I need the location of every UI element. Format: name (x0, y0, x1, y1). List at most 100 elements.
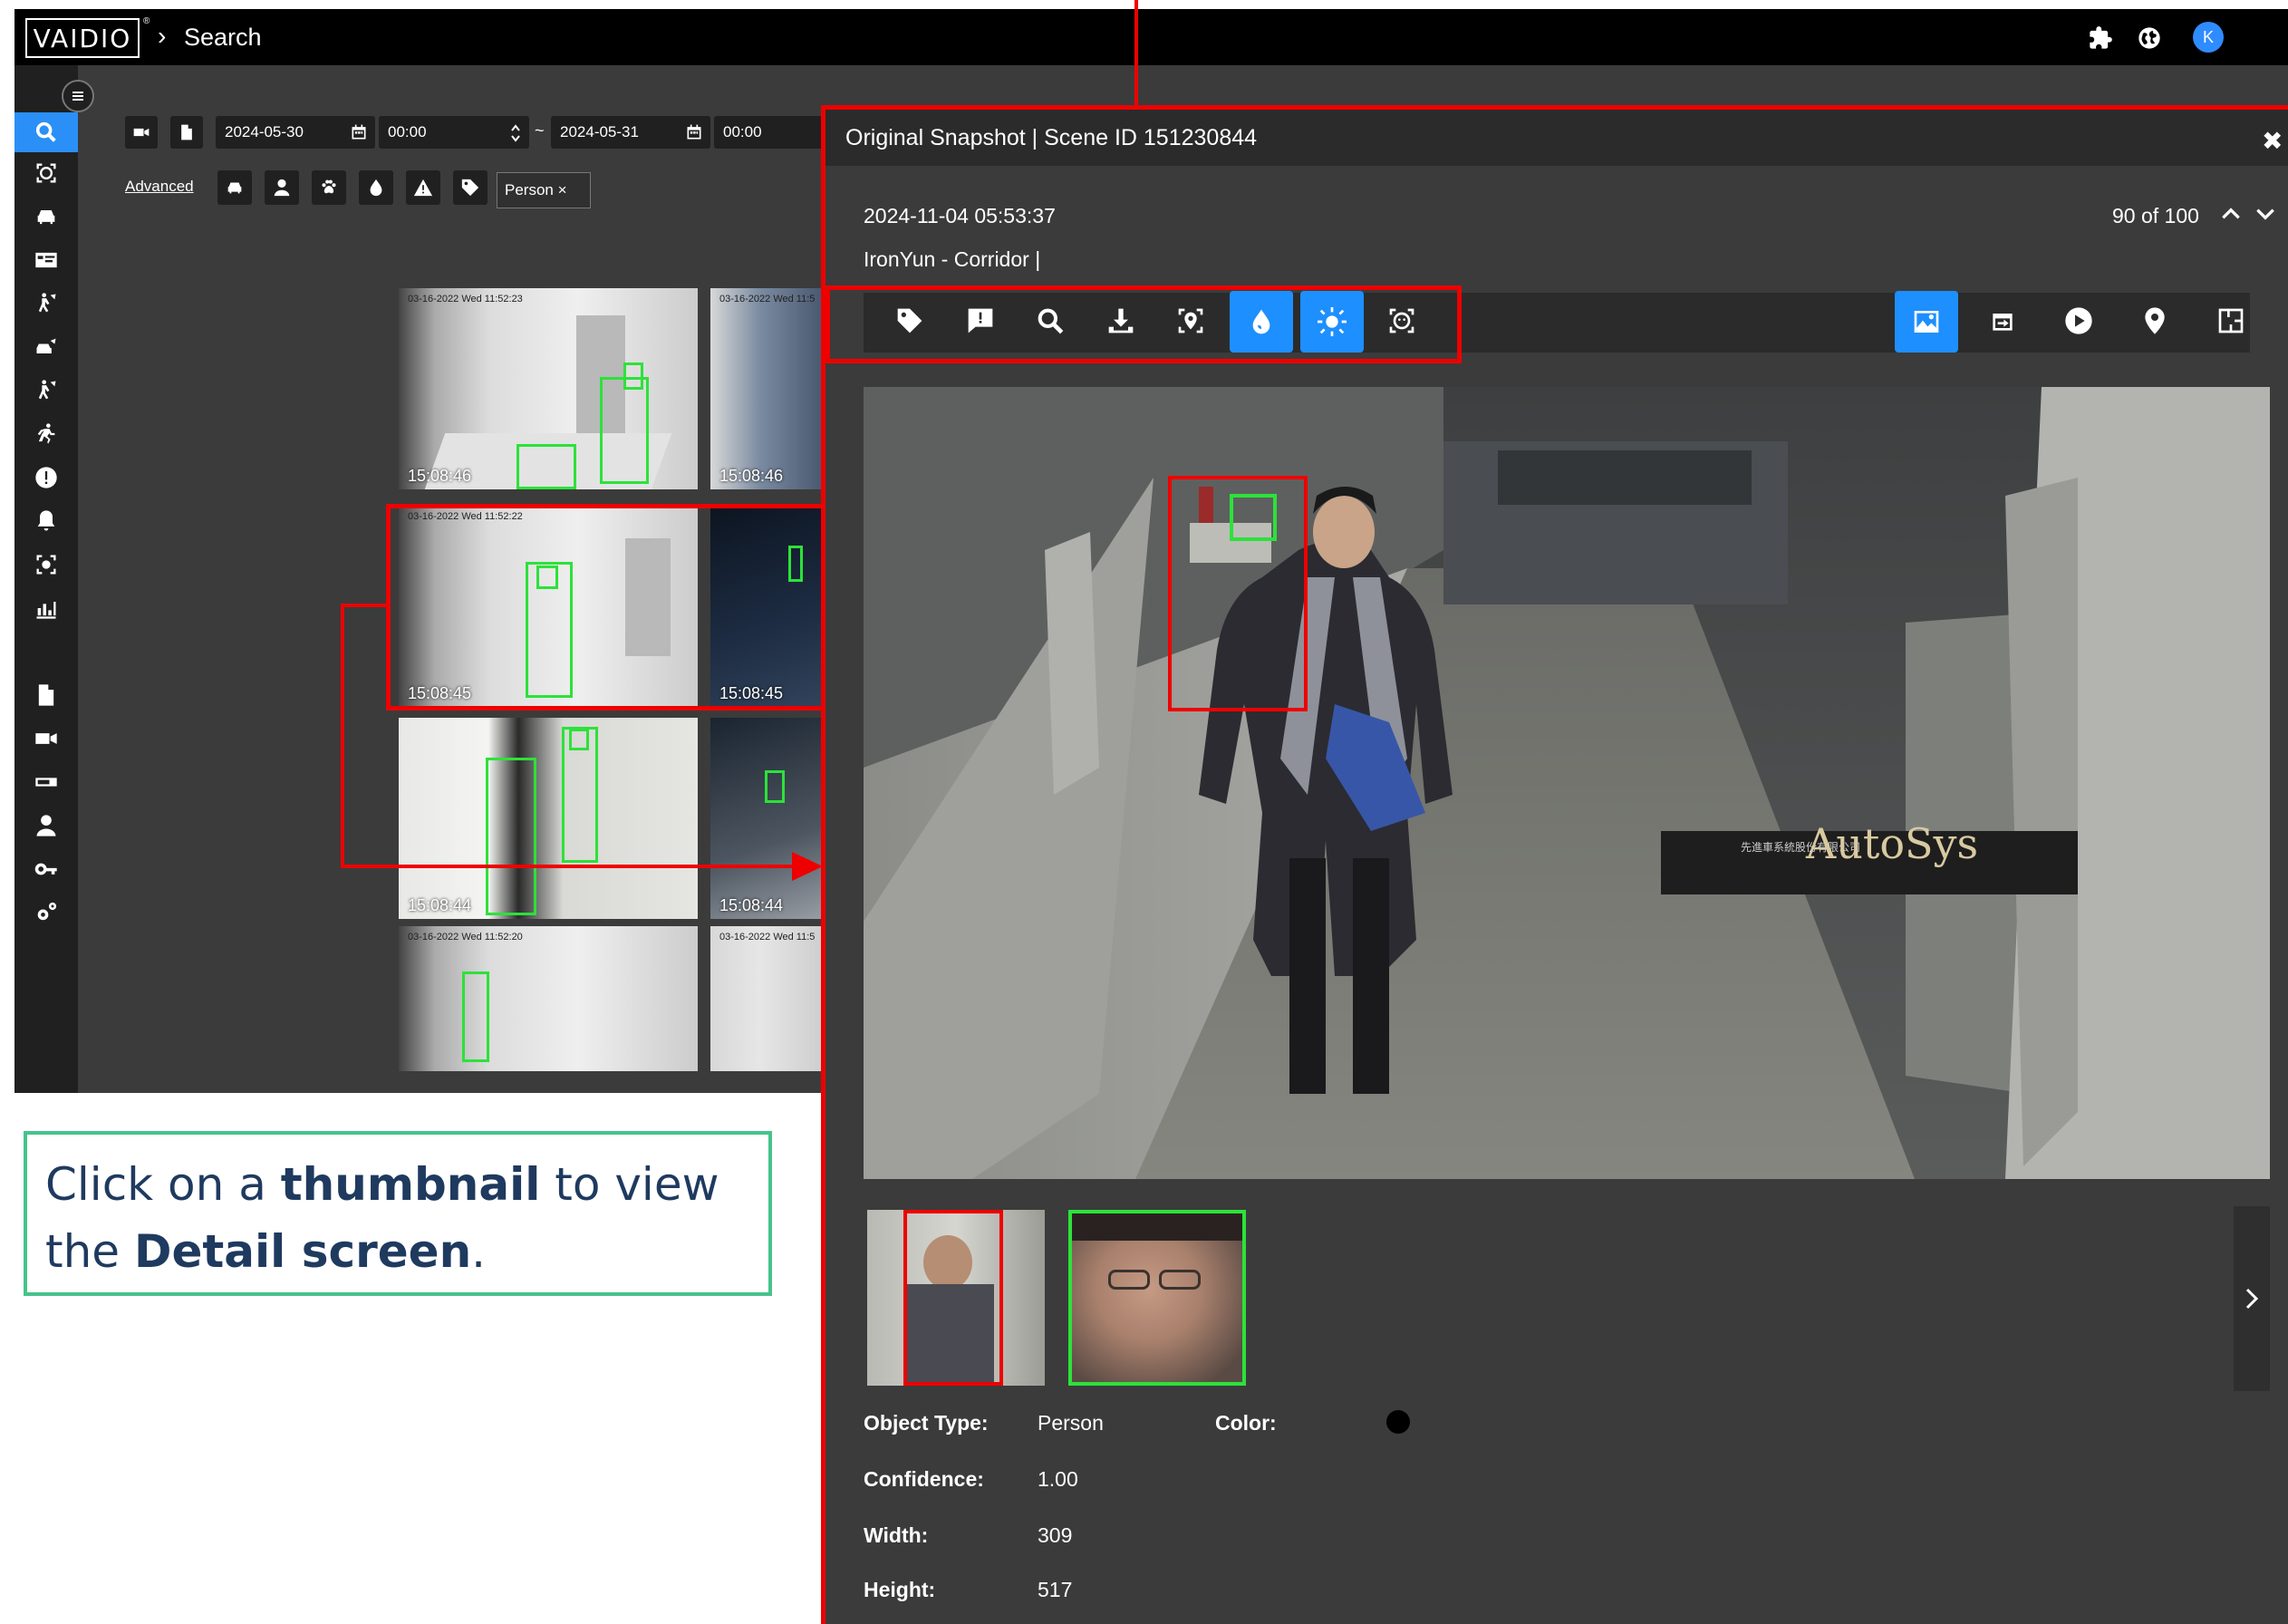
filter-alert-button[interactable] (406, 170, 440, 205)
breadcrumb-search[interactable]: Search (184, 24, 262, 52)
result-thumbnail[interactable]: 15:08:44 (399, 718, 698, 919)
id-card-icon[interactable] (29, 243, 63, 277)
end-time-value: 00:00 (723, 123, 762, 140)
filter-person-button[interactable] (265, 170, 299, 205)
advanced-search-link[interactable]: Advanced (125, 178, 194, 196)
result-thumbnail[interactable]: 15:08:44 (710, 718, 835, 919)
thumbnail-time: 15:08:44 (719, 896, 784, 914)
detail-panel: Original Snapshot | Scene ID 151230844 ✖… (821, 105, 2288, 1624)
detection-box (462, 972, 489, 1062)
bell-icon[interactable] (29, 504, 63, 538)
logo-registered-mark: ® (143, 16, 150, 26)
camera-icon[interactable] (29, 721, 63, 756)
glasses-right (1159, 1270, 1201, 1290)
map-location-button[interactable] (2123, 289, 2187, 353)
full-body-crop[interactable] (867, 1210, 1045, 1386)
settings-icon[interactable] (29, 895, 63, 930)
car-icon (227, 182, 242, 194)
filter-animal-button[interactable] (312, 170, 346, 205)
result-thumbnail[interactable]: 03-16-2022 Wed 11:52:23 15:08:46 (399, 288, 698, 489)
user-icon[interactable] (29, 808, 63, 843)
snapshot-datetime: 2024-11-04 05:53:37 (864, 204, 1056, 227)
sidebar-search-icon[interactable] (14, 112, 78, 152)
strip-next-button[interactable] (2234, 1206, 2270, 1391)
time-stepper-icon[interactable] (509, 123, 522, 143)
start-time-input[interactable]: 00:00 (379, 116, 529, 149)
connector-line (341, 865, 801, 868)
tag-chip-person[interactable]: Person × (497, 172, 591, 208)
vehicle-path-icon[interactable] (29, 330, 63, 364)
callout-text: . (471, 1225, 487, 1278)
vaidio-logo[interactable]: VAIDIO (25, 18, 140, 58)
image-icon (1914, 311, 1939, 333)
storage-icon[interactable] (29, 765, 63, 799)
person-path-icon[interactable] (29, 286, 63, 321)
filter-vehicle-button[interactable] (217, 170, 252, 205)
object-type-label: Object Type: (864, 1411, 989, 1435)
color-swatch (1386, 1410, 1410, 1434)
connector-line (341, 604, 388, 607)
file-icon (181, 124, 192, 140)
chevron-right-icon (2245, 1288, 2259, 1310)
connector-line (341, 604, 344, 868)
detail-panel-header: Original Snapshot | Scene ID 151230844 ✖ (825, 110, 2288, 166)
key-icon[interactable] (29, 852, 63, 886)
tag-icon (461, 179, 479, 197)
hair (1072, 1213, 1242, 1241)
callout-bold-detail: Detail screen (133, 1225, 472, 1278)
analytics-icon[interactable] (29, 591, 63, 625)
floor-plan-button[interactable] (2199, 289, 2263, 353)
previous-chevron-up-icon[interactable] (2219, 202, 2243, 226)
alert-icon[interactable] (29, 460, 63, 495)
file-search-button[interactable] (170, 116, 203, 149)
toolbar-highlight (825, 285, 1462, 363)
report-icon[interactable] (29, 678, 63, 712)
calendar-icon (352, 124, 366, 140)
snapshot-image: 先進車系統股份有限公司 AutoSys (864, 387, 2270, 1179)
start-time-value: 00:00 (388, 123, 427, 140)
close-icon[interactable]: ✖ (2262, 126, 2283, 156)
snapshot-view-toggle[interactable] (1895, 291, 1958, 353)
start-date-input[interactable]: 2024-05-30 (216, 116, 375, 149)
open-external-button[interactable] (1971, 289, 2034, 353)
sidebar (14, 65, 78, 1093)
puzzle-icon[interactable] (2088, 25, 2113, 51)
breadcrumb-chevron-icon: › (158, 22, 167, 50)
result-thumbnail[interactable]: 03-16-2022 Wed 11:52:20 (399, 926, 698, 1071)
watchlist-icon[interactable] (29, 547, 63, 582)
end-date-value: 2024-05-31 (560, 123, 639, 140)
result-thumbnail[interactable]: 03-16-2022 Wed 11:5 (710, 926, 835, 1071)
filter-tag-button[interactable] (453, 170, 488, 205)
globe-icon[interactable] (2137, 25, 2162, 51)
callout-bold-thumbnail: thumbnail (280, 1158, 541, 1211)
confidence-value: 1.00 (1038, 1467, 1078, 1491)
vehicle-search-icon[interactable] (29, 199, 63, 234)
running-person-icon[interactable] (29, 417, 63, 451)
selected-thumbnail-highlight (386, 504, 830, 710)
sidebar-toggle-button[interactable] (62, 80, 94, 112)
loitering-icon[interactable] (29, 373, 63, 408)
next-chevron-down-icon[interactable] (2254, 202, 2277, 226)
end-date-input[interactable]: 2024-05-31 (551, 116, 710, 149)
start-date-value: 2024-05-30 (225, 123, 304, 140)
user-avatar[interactable]: K (2193, 22, 2224, 53)
color-label: Color: (1215, 1411, 1277, 1435)
calendar-icon (687, 124, 701, 140)
top-bar: VAIDIO ® › Search K (14, 9, 2288, 65)
object-type-value: Person (1038, 1411, 1104, 1435)
end-time-input[interactable]: 00:00 (714, 116, 823, 149)
height-value: 517 (1038, 1578, 1073, 1601)
play-video-button[interactable] (2047, 289, 2110, 353)
detection-box (569, 729, 589, 750)
thumbnail-time: 15:08:44 (408, 896, 472, 914)
face-scan-icon[interactable] (29, 156, 63, 190)
detection-box (765, 770, 785, 803)
filter-color-button[interactable] (359, 170, 393, 205)
detection-box (623, 362, 643, 390)
face-crop[interactable] (1068, 1210, 1246, 1386)
paw-icon (322, 179, 336, 194)
video-search-button[interactable] (125, 116, 158, 149)
play-icon (2065, 307, 2092, 334)
width-label: Width: (864, 1523, 929, 1547)
result-thumbnail[interactable]: 03-16-2022 Wed 11:5 15:08:46 (710, 288, 835, 489)
